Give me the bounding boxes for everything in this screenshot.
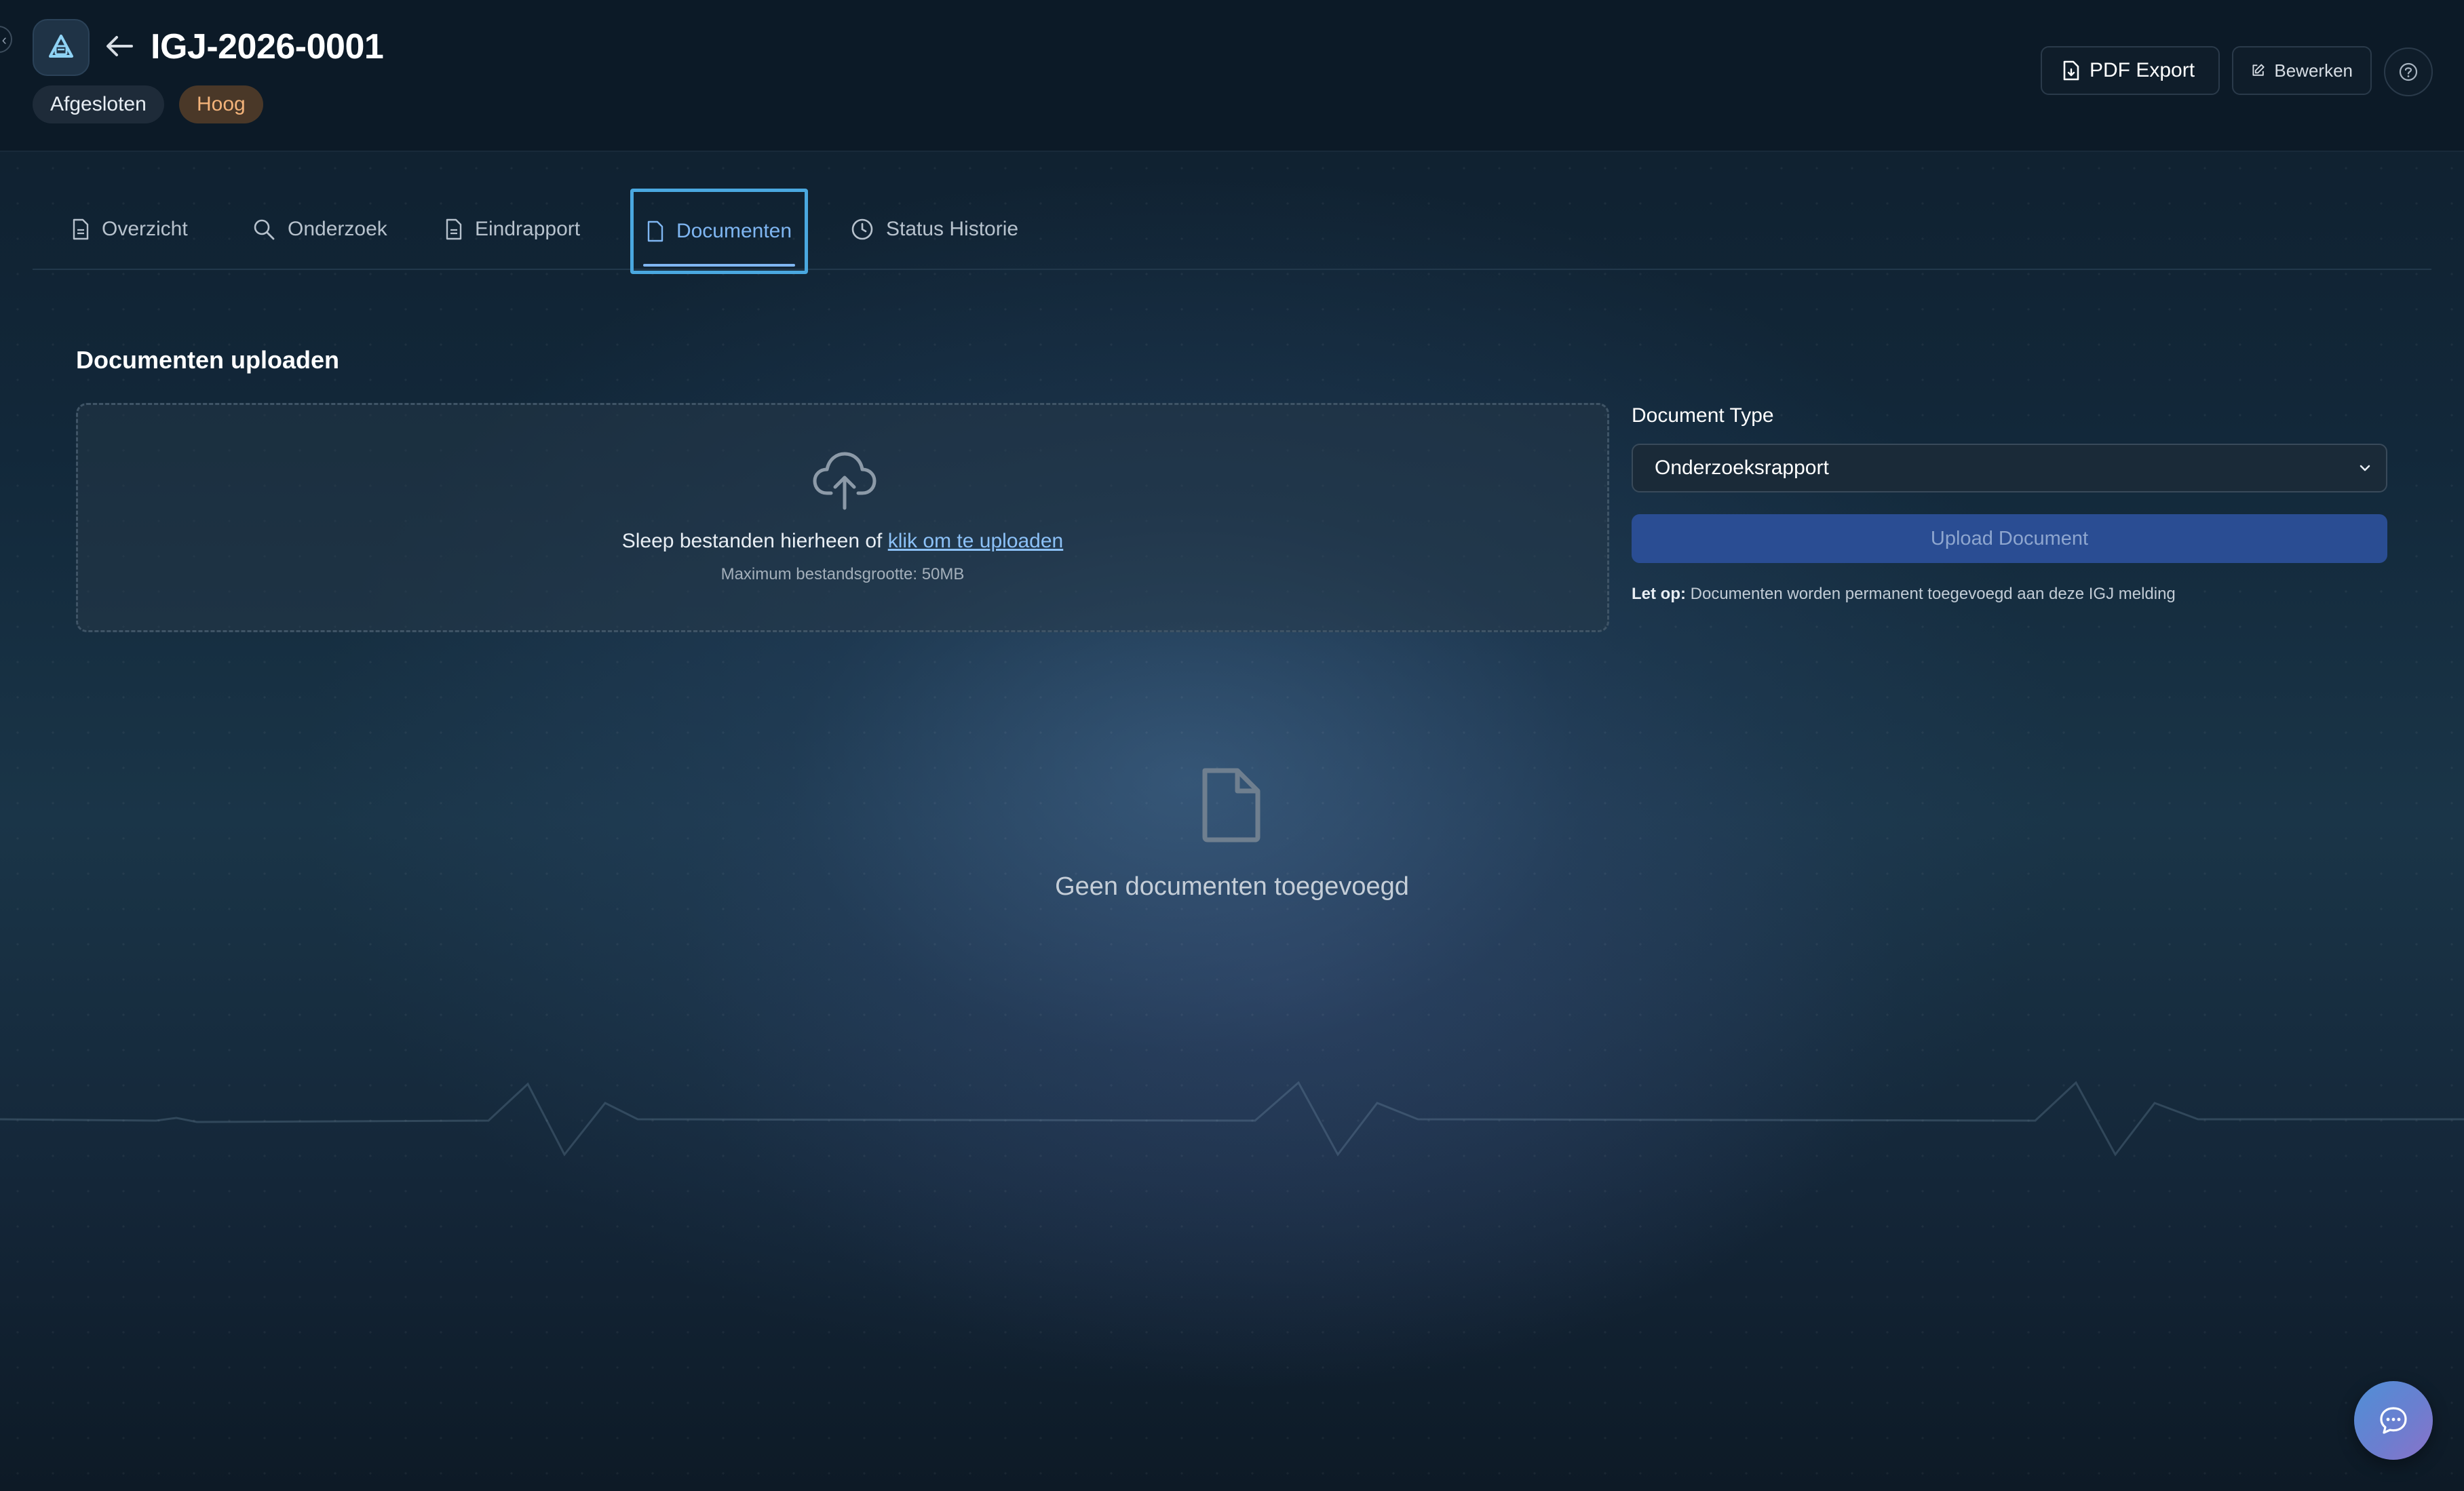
priority-badge: Hoog bbox=[179, 85, 263, 123]
sidebar-collapse-handle[interactable]: ‹ bbox=[0, 26, 12, 53]
section-title: Documenten uploaden bbox=[76, 346, 340, 374]
page-header: ‹ IGJ-2026-0001 Afgesloten Hoog PDF Expo… bbox=[0, 0, 2464, 152]
tab-label: Status Historie bbox=[886, 218, 1019, 240]
tab-label: Overzicht bbox=[102, 218, 188, 240]
tab-bar: Overzicht Onderzoek Eindrapport Document… bbox=[33, 189, 2431, 274]
search-icon bbox=[254, 219, 275, 240]
empty-file-icon bbox=[1202, 768, 1260, 843]
tab-status-historie[interactable]: Status Historie bbox=[851, 190, 1018, 269]
tab-label: Eindrapport bbox=[475, 218, 581, 240]
chevron-down-icon bbox=[2360, 465, 2370, 471]
tab-eindrapport[interactable]: Eindrapport bbox=[445, 190, 580, 269]
tab-onderzoek[interactable]: Onderzoek bbox=[252, 190, 387, 269]
tab-overzicht[interactable]: Overzicht bbox=[72, 190, 188, 269]
pdf-export-label: PDF Export bbox=[2090, 59, 2195, 81]
document-type-select[interactable]: Onderzoeksrapport bbox=[1632, 444, 2387, 492]
cloud-upload-icon bbox=[813, 452, 877, 510]
app-logo-icon[interactable] bbox=[33, 19, 90, 76]
drop-text: Sleep bestanden hierheen of bbox=[621, 530, 883, 552]
tab-label: Onderzoek bbox=[288, 218, 387, 240]
file-download-icon bbox=[2063, 60, 2079, 81]
empty-state-text: Geen documenten toegevoegd bbox=[1055, 872, 1409, 901]
note-text: Documenten worden permanent toegevoegd a… bbox=[1690, 585, 2176, 603]
dropzone-instructions: Sleep bestanden hierheen of klik om te u… bbox=[78, 530, 1607, 553]
back-arrow-icon[interactable] bbox=[102, 28, 137, 64]
chat-button[interactable] bbox=[2354, 1381, 2433, 1460]
edit-icon bbox=[2252, 64, 2265, 76]
file-text-icon bbox=[446, 218, 462, 240]
clock-icon bbox=[851, 218, 873, 240]
page-title: IGJ-2026-0001 bbox=[151, 27, 384, 66]
pdf-export-button[interactable]: PDF Export bbox=[2041, 46, 2220, 95]
tab-documenten[interactable]: Documenten bbox=[630, 189, 808, 274]
chat-icon bbox=[2380, 1407, 2407, 1434]
click-to-upload-link[interactable]: klik om te uploaden bbox=[888, 530, 1064, 552]
upload-note: Let op: Documenten worden permanent toeg… bbox=[1632, 585, 2176, 604]
edit-button[interactable]: Bewerken bbox=[2232, 46, 2372, 95]
file-dropzone[interactable]: Sleep bestanden hierheen of klik om te u… bbox=[76, 403, 1609, 632]
file-icon bbox=[647, 220, 663, 242]
edit-label: Bewerken bbox=[2274, 60, 2353, 81]
upload-document-button[interactable]: Upload Document bbox=[1632, 514, 2387, 563]
help-button[interactable] bbox=[2384, 47, 2433, 96]
heartbeat-line-decoration bbox=[0, 1081, 2464, 1157]
tab-label: Documenten bbox=[676, 220, 792, 242]
help-circle-icon bbox=[2399, 62, 2418, 81]
document-type-label: Document Type bbox=[1632, 404, 1774, 427]
status-badge: Afgesloten bbox=[33, 85, 164, 123]
file-text-icon bbox=[73, 218, 89, 240]
document-type-value: Onderzoeksrapport bbox=[1655, 457, 1829, 479]
note-prefix: Let op: bbox=[1632, 585, 1686, 603]
max-file-size-hint: Maximum bestandsgrootte: 50MB bbox=[720, 565, 965, 583]
